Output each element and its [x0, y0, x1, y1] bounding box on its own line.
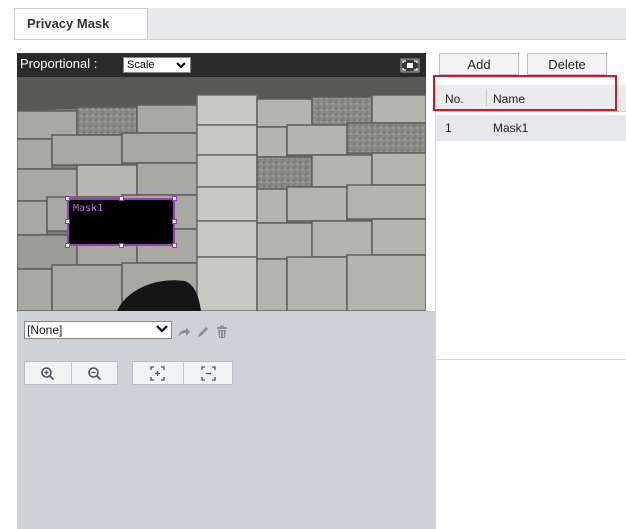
resize-handle[interactable]: [119, 243, 124, 248]
delete-button-label: Delete: [548, 57, 586, 72]
trash-icon[interactable]: [215, 325, 229, 339]
row-name: Mask1: [493, 121, 529, 135]
focus-far-button[interactable]: [183, 362, 234, 384]
highlight-box: [433, 75, 617, 111]
focus-near-button[interactable]: [133, 362, 183, 384]
shape-select-value: [None]: [27, 323, 63, 337]
row-no: 1: [445, 121, 452, 135]
add-button[interactable]: Add: [439, 53, 519, 75]
mask-table: No. Name 1 Mask1: [435, 85, 626, 529]
resize-handle[interactable]: [172, 196, 177, 201]
scale-select[interactable]: Scale: [123, 57, 191, 73]
add-button-label: Add: [467, 57, 491, 72]
table-row[interactable]: 1 Mask1: [436, 115, 626, 141]
resize-handle[interactable]: [65, 196, 70, 201]
video-preview[interactable]: Proportional : Scale Mask1: [17, 53, 426, 311]
privacy-mask-region[interactable]: Mask1: [65, 196, 177, 248]
resize-handle[interactable]: [172, 243, 177, 248]
fullscreen-icon[interactable]: [400, 58, 420, 73]
tab-label: Privacy Mask: [27, 16, 110, 31]
camera-image: Mask1: [17, 77, 426, 311]
focus-button-group: [132, 361, 233, 385]
delete-button[interactable]: Delete: [527, 53, 607, 75]
resize-handle[interactable]: [119, 196, 124, 201]
chevron-down-icon: [155, 322, 169, 339]
scale-select-value: Scale: [127, 59, 155, 71]
chevron-down-icon: [175, 59, 187, 74]
focus-plus-icon: [150, 366, 165, 384]
tab-bar: Privacy Mask: [14, 8, 626, 40]
zoom-out-icon: [87, 366, 102, 384]
divider: [435, 359, 626, 360]
zoom-in-button[interactable]: [25, 362, 71, 384]
video-header: Proportional : Scale: [17, 53, 426, 77]
focus-minus-icon: [201, 366, 216, 384]
zoom-out-button[interactable]: [71, 362, 118, 384]
resize-handle[interactable]: [172, 219, 177, 224]
ptz-control-panel: [None]: [17, 311, 435, 529]
mask-region-label: Mask1: [73, 203, 104, 214]
redo-arrow-icon[interactable]: [176, 325, 190, 339]
proportional-label: Proportional :: [20, 56, 98, 71]
zoom-button-group: [24, 361, 118, 385]
resize-handle[interactable]: [65, 219, 70, 224]
zoom-in-icon: [40, 366, 55, 384]
tab-privacy-mask[interactable]: Privacy Mask: [14, 8, 148, 39]
pencil-icon[interactable]: [196, 325, 210, 339]
wall-scene: [17, 77, 426, 311]
resize-handle[interactable]: [65, 243, 70, 248]
shape-select[interactable]: [None]: [24, 321, 172, 339]
